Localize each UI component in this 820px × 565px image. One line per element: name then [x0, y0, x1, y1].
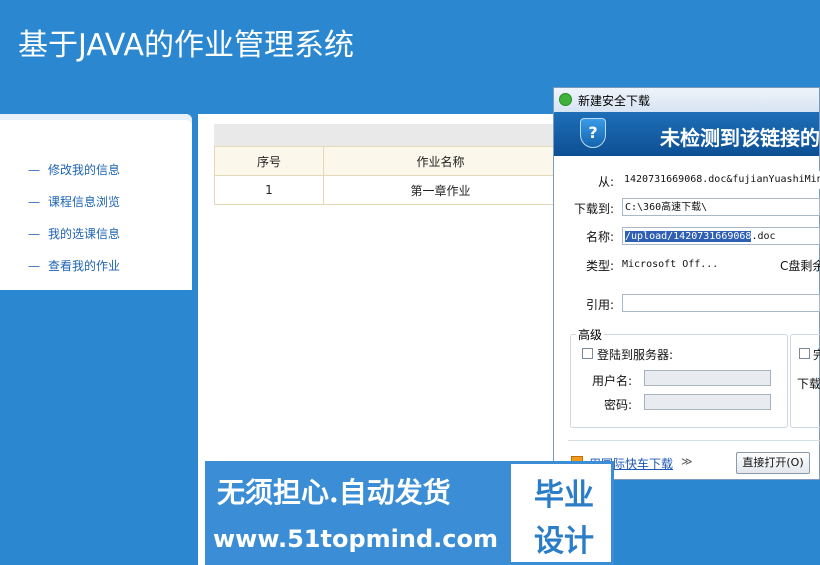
sidebar: — 修改我的信息 — 课程信息浏览 — 我的选课信息 — 查看我的作业 — [0, 114, 192, 290]
column-header-name: 作业名称 — [323, 146, 558, 176]
sidebar-item-dash: — — [28, 163, 40, 177]
sidebar-item-dash: — — [28, 227, 40, 241]
username-label: 用户名: — [592, 374, 633, 388]
username-input[interactable] — [644, 370, 771, 386]
column-header-index: 序号 — [214, 146, 324, 176]
banner-text: 未检测到该链接的 — [660, 126, 820, 150]
dialog-divider — [568, 440, 820, 441]
cell-homework-name[interactable]: 第一章作业 — [323, 175, 558, 205]
page-title: 基于JAVA的作业管理系统 — [18, 28, 355, 63]
saveto-label: 下载到: — [574, 202, 615, 216]
advanced-legend: 高级 — [576, 326, 605, 343]
sidebar-item-course-browse[interactable]: — 课程信息浏览 — [28, 192, 120, 212]
shield-question-icon: ? — [580, 118, 606, 148]
watermark-badge: 毕业 设计 — [508, 461, 614, 565]
table-caption-band — [214, 124, 558, 146]
watermark-badge-line2: 设计 — [534, 524, 594, 559]
right-option-label: 完 — [813, 348, 820, 362]
login-server-checkbox[interactable] — [582, 348, 593, 359]
password-label: 密码: — [604, 398, 633, 412]
warning-banner: ? 未检测到该链接的 — [554, 112, 819, 156]
from-label: 从: — [598, 175, 615, 189]
right-option-checkbox[interactable] — [799, 348, 810, 359]
sidebar-item-label: 查看我的作业 — [48, 259, 121, 273]
name-label: 名称: — [586, 230, 615, 244]
password-input[interactable] — [644, 394, 771, 410]
disk-free-label: C盘剩余 — [780, 259, 820, 273]
referer-input[interactable] — [622, 294, 820, 312]
cell-index: 1 — [214, 175, 324, 205]
sidebar-item-label: 我的选课信息 — [48, 227, 121, 241]
table-header-row: 序号 作业名称 — [214, 146, 558, 176]
watermark-slogan: 无须担心.自动发货 — [217, 476, 451, 509]
watermark-banner: 无须担心.自动发货 www.51topmind.com 毕业 设计 — [205, 461, 614, 565]
dialog-title: 新建安全下载 — [578, 94, 651, 108]
right-download-label: 下载 — [797, 377, 820, 391]
table-row[interactable]: 1 第一章作业 — [214, 175, 558, 205]
open-directly-button[interactable]: 直接打开(O) — [736, 452, 810, 474]
filename-extension: .doc — [751, 231, 776, 242]
dialog-titlebar[interactable]: 新建安全下载 — [554, 88, 819, 113]
type-label: 类型: — [586, 259, 615, 273]
sidebar-item-my-homework[interactable]: — 查看我的作业 — [28, 256, 120, 276]
login-server-label: 登陆到服务器: — [597, 348, 674, 362]
referer-label: 引用: — [586, 298, 615, 312]
sidebar-item-dash: — — [28, 259, 40, 273]
type-value: Microsoft Off... — [622, 259, 719, 270]
watermark-url: www.51topmind.com — [213, 525, 498, 553]
homework-table: 序号 作业名称 1 第一章作业 — [214, 146, 558, 205]
sidebar-item-my-courses[interactable]: — 我的选课信息 — [28, 224, 120, 244]
filename-input[interactable]: /upload/1420731669068.doc — [622, 227, 820, 245]
sidebar-item-edit-info[interactable]: — 修改我的信息 — [28, 160, 120, 180]
saveto-input[interactable]: C:\360高速下载\ — [622, 198, 820, 216]
double-chevron-down-icon[interactable]: ≫ — [681, 455, 693, 468]
filename-selected-text: /upload/1420731669068 — [625, 231, 752, 242]
watermark-badge-line1: 毕业 — [534, 478, 594, 513]
sidebar-item-label: 修改我的信息 — [48, 163, 121, 177]
from-value: 1420731669068.doc&fujianYuashiMing — [622, 171, 820, 189]
sidebar-item-label: 课程信息浏览 — [48, 195, 121, 209]
sidebar-item-dash: — — [28, 195, 40, 209]
app-logo-icon — [559, 93, 572, 106]
